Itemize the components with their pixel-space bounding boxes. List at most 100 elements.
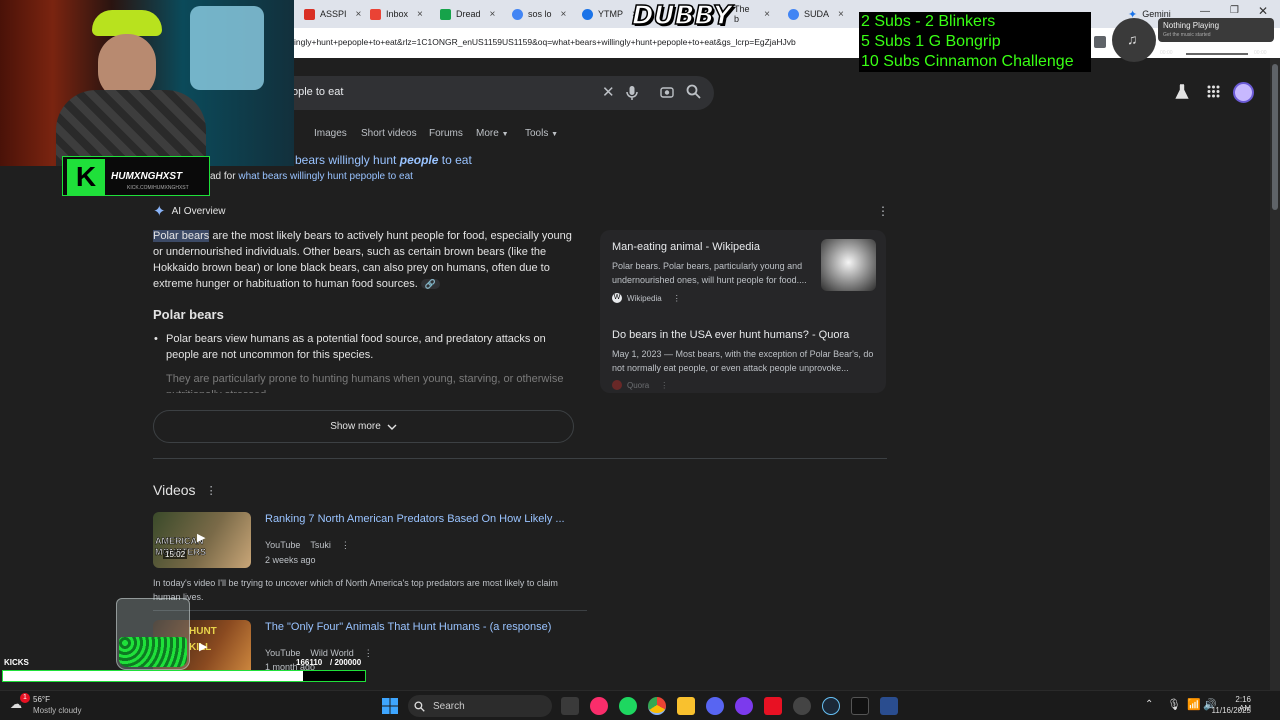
task-view-icon[interactable] [561,697,579,715]
music-app-icon[interactable] [590,697,608,715]
source-site: Quora ⋮ [612,380,668,390]
search-box[interactable]: ople to eat ✕ [262,76,714,110]
caret-down-icon: ▼ [501,131,509,138]
video-thumbnail[interactable]: AMERICAN MONSTERS ▶ 15:02 [153,512,251,568]
labs-flask-icon[interactable] [1175,84,1189,100]
show-more-button[interactable]: Show more [153,410,574,443]
terminal-icon[interactable] [851,697,869,715]
kicks-jar [116,598,190,670]
google-icon [788,8,799,20]
tab-the[interactable]: The b × [728,4,776,24]
more-options-icon[interactable]: ⋮ [364,648,373,659]
microphone-tray-icon[interactable]: 🎙 [1167,698,1181,711]
google-icon [512,8,523,20]
camera-icon[interactable] [660,85,674,99]
weather-temp: 56°F [33,695,50,704]
streamer-badge: K HUMXNGHXST KICK.COM/HUMXNGHXST [62,156,210,196]
sub-goal: 2 Subs - 2 Blinkers [861,13,996,30]
tab-favicon [440,8,451,20]
kicks-progress-bar [2,670,366,682]
kicks-label: KICKS [4,658,29,667]
sparkle-icon: ✦ [153,203,166,220]
close-icon[interactable]: × [490,9,496,20]
avatar[interactable] [1233,82,1254,103]
search-instead: ad for what bears willingly hunt pepople… [210,171,413,182]
chrome-icon[interactable] [648,697,666,715]
source-title[interactable]: Do bears in the USA ever hunt humans? - … [612,329,849,341]
tab-inbox[interactable]: Inbox × [364,4,434,24]
now-playing-widget: Nothing Playing Get the music started [1158,18,1274,42]
ai-overview-paragraph: Polar bears are the most likely bears to… [153,230,572,290]
file-explorer-icon[interactable] [677,697,695,715]
tab-more[interactable]: More ▼ [476,128,509,139]
kicks-progress-fill [3,671,304,681]
tab-sos[interactable]: sos lo × [506,4,576,24]
tiger-thumbnail[interactable] [821,239,876,291]
app-icon[interactable] [793,697,811,715]
wifi-icon[interactable]: 📶 [1187,698,1201,711]
taskbar-search[interactable]: Search [408,695,552,717]
video-duration: 15:02 [163,550,188,559]
app-icon[interactable] [880,697,898,715]
more-options-icon[interactable]: ⋮ [673,294,681,303]
spelling-correction[interactable]: bears willingly hunt people to eat [295,153,472,167]
ai-overview-header: ✦ AI Overview [153,203,226,220]
source-snippet: Polar bears. Polar bears, particularly y… [612,261,807,285]
microphone-icon[interactable] [625,85,639,101]
video-age: 2 weeks ago [265,555,316,565]
tab-asspi[interactable]: ASSPI × [298,4,368,24]
close-icon[interactable]: × [417,9,423,20]
source-title[interactable]: Man-eating animal - Wikipedia [612,241,760,253]
kicks-count: 166110 [296,658,323,667]
extension-icon[interactable] [1094,36,1106,48]
scrollbar[interactable] [1270,58,1280,690]
search-input[interactable]: ople to eat [292,86,343,98]
more-options-icon[interactable]: ⋮ [660,381,668,390]
tab-short-videos[interactable]: Short videos [361,128,417,139]
search-instead-link[interactable]: what bears willingly hunt pepople to eat [238,171,413,182]
windows-start-icon[interactable] [382,698,398,714]
spotify-icon[interactable] [619,697,637,715]
tab-images[interactable]: Images [314,128,347,139]
obs-icon[interactable] [735,697,753,715]
video-title[interactable]: The "Only Four" Animals That Hunt Humans… [265,621,551,633]
ai-bullet-list: • Polar bears view humans as a potential … [154,331,574,393]
red-app-icon[interactable] [764,697,782,715]
maximize-icon[interactable]: ❐ [1230,5,1239,16]
webcam-feed [0,0,294,166]
url-text: ingly+hunt+pepople+to+eat&rlz=1C1ONGR_en… [294,37,796,47]
clock-date[interactable]: 11/16/2025 [1207,706,1251,715]
clear-icon[interactable]: ✕ [602,83,615,101]
divider [153,610,587,611]
scrollbar-thumb[interactable] [1272,64,1278,210]
chevron-up-icon[interactable]: ⌃ [1145,699,1153,710]
more-options-icon[interactable]: ⋮ [341,540,350,551]
apps-grid-icon[interactable] [1207,85,1220,98]
close-icon[interactable]: × [356,9,362,20]
close-icon[interactable]: × [561,9,567,20]
link-icon[interactable]: 🔗 [420,279,441,289]
more-options-icon[interactable]: ⋮ [877,204,889,218]
steam-icon[interactable] [822,697,840,715]
tab-forums[interactable]: Forums [429,128,463,139]
video-description: In today's video I'll be trying to uncov… [153,578,558,602]
discord-icon[interactable] [706,697,724,715]
chevron-down-icon [387,424,397,430]
track-progress [1186,53,1248,55]
close-icon[interactable]: × [764,9,770,20]
sub-goal: 10 Subs Cinnamon Challenge [861,53,1074,70]
search-icon[interactable] [686,84,701,99]
tab-dread[interactable]: Dread × [434,4,504,24]
close-icon[interactable]: × [838,9,844,20]
source-snippet: May 1, 2023 — Most bears, with the excep… [612,349,874,373]
more-options-icon[interactable]: ⋮ [206,484,217,497]
music-disc: ♫ [1112,18,1156,62]
close-window-icon[interactable]: ✕ [1258,4,1268,18]
kicks-goal: / 200000 [330,658,362,667]
gmail-icon [370,8,381,20]
list-item: • Polar bears view humans as a potential … [154,333,546,361]
tab-suda[interactable]: SUDA × [782,4,854,24]
tab-tools[interactable]: Tools ▼ [525,128,558,139]
minimize-icon[interactable]: — [1200,6,1210,17]
video-title[interactable]: Ranking 7 North American Predators Based… [265,513,565,525]
